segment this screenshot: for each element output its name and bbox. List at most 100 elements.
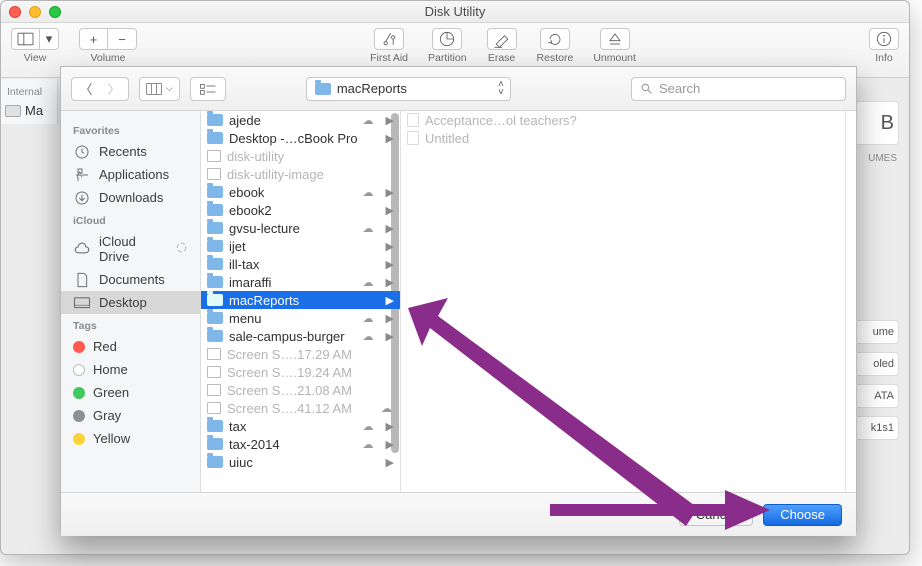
folder-icon	[207, 132, 223, 144]
file-row[interactable]: ebook2▶	[201, 201, 400, 219]
tag-label: Home	[93, 362, 128, 377]
device-sidebar: Internal Ma	[1, 79, 58, 124]
tag-red[interactable]: Red	[61, 335, 200, 358]
file-row[interactable]: ill-tax▶	[201, 255, 400, 273]
file-row[interactable]: Screen S….41.12 AM☁	[201, 399, 400, 417]
column-2[interactable]: Acceptance…ol teachers?Untitled	[401, 111, 846, 492]
info-button[interactable]	[869, 28, 899, 50]
add-volume-icon[interactable]: +	[80, 29, 108, 49]
sync-spinner-icon	[175, 241, 188, 257]
file-row[interactable]: ajede☁▶	[201, 111, 400, 129]
tag-green[interactable]: Green	[61, 381, 200, 404]
file-row[interactable]: imaraffi☁▶	[201, 273, 400, 291]
desk-icon	[73, 296, 91, 310]
restore-button[interactable]	[540, 28, 570, 50]
search-field[interactable]: Search	[631, 77, 846, 101]
disclosure-arrow-icon: ▶	[382, 294, 394, 307]
sidebar-item-downloads[interactable]: Downloads	[61, 186, 200, 209]
sidebar-toggle-icon[interactable]	[12, 29, 40, 49]
tag-yellow[interactable]: Yellow	[61, 427, 200, 450]
file-row[interactable]: ijet▶	[201, 237, 400, 255]
file-row[interactable]: sale-campus-burger☁▶	[201, 327, 400, 345]
internal-header: Internal	[1, 83, 57, 101]
erase-button[interactable]	[487, 28, 517, 50]
forward-button[interactable]: 〉	[100, 78, 128, 100]
updown-icon: ˄˅	[498, 81, 504, 97]
tag-gray[interactable]: Gray	[61, 404, 200, 427]
view-segmented[interactable]: ▾	[11, 28, 59, 50]
file-row[interactable]: Screen S….19.24 AM	[201, 363, 400, 381]
first-aid-button[interactable]	[374, 28, 404, 50]
remove-volume-icon[interactable]: −	[108, 29, 136, 49]
cloud-status-icon: ☁	[363, 312, 376, 325]
file-row[interactable]: macReports ▶	[201, 291, 400, 309]
view-mode-popup[interactable]: ⌵	[139, 77, 180, 101]
disclosure-arrow-icon: ▶	[382, 456, 394, 469]
file-name: menu	[229, 311, 357, 326]
view-label: View	[24, 52, 47, 64]
image-icon	[207, 348, 221, 360]
file-row[interactable]: gvsu-lecture☁▶	[201, 219, 400, 237]
file-row[interactable]: Screen S….21.08 AM	[201, 381, 400, 399]
column-browser: ajede☁▶Desktop -…cBook Pro▶disk-utilityd…	[201, 111, 856, 492]
column-1[interactable]: ajede☁▶Desktop -…cBook Pro▶disk-utilityd…	[201, 111, 401, 492]
sidebar-item-icloud-drive[interactable]: iCloud Drive	[61, 230, 200, 268]
sidebar-item-desktop[interactable]: Desktop	[61, 291, 200, 314]
partition-label: Partition	[428, 52, 467, 64]
disclosure-arrow-icon: ▶	[382, 132, 394, 145]
file-row[interactable]: Desktop -…cBook Pro▶	[201, 129, 400, 147]
file-row[interactable]: Untitled	[401, 129, 845, 147]
device-item[interactable]: Ma	[1, 101, 57, 120]
search-placeholder: Search	[659, 81, 700, 96]
path-label: macReports	[337, 81, 407, 96]
document-icon	[407, 113, 419, 127]
cloud-status-icon: ☁	[381, 402, 394, 415]
cancel-button[interactable]: Cancel	[679, 504, 753, 526]
search-icon	[640, 82, 653, 95]
cloud-status-icon: ☁	[363, 222, 376, 235]
file-row[interactable]: ebook☁▶	[201, 183, 400, 201]
file-row[interactable]: disk-utility	[201, 147, 400, 165]
chevron-down-icon[interactable]: ▾	[40, 29, 58, 49]
view-toolbar-group: ▾ View	[11, 28, 59, 64]
cloud-status-icon: ☁	[363, 114, 376, 127]
file-row[interactable]: menu☁▶	[201, 309, 400, 327]
sidebar-item-recents[interactable]: Recents	[61, 140, 200, 163]
column-3	[846, 111, 856, 492]
disclosure-arrow-icon: ▶	[382, 330, 394, 343]
file-row[interactable]: Screen S….17.29 AM	[201, 345, 400, 363]
group-button[interactable]	[190, 77, 226, 101]
sidebar-item-documents[interactable]: Documents	[61, 268, 200, 291]
image-icon	[207, 150, 221, 162]
file-row[interactable]: Acceptance…ol teachers?	[401, 111, 845, 129]
folder-icon	[207, 222, 223, 234]
clock-icon	[73, 145, 91, 159]
choose-button[interactable]: Choose	[763, 504, 842, 526]
sidebar-item-applications[interactable]: AApplications	[61, 163, 200, 186]
sidebar-item-label: Downloads	[99, 190, 163, 205]
file-row[interactable]: disk-utility-image	[201, 165, 400, 183]
file-row[interactable]: tax-2014☁▶	[201, 435, 400, 453]
tag-home[interactable]: Home	[61, 358, 200, 381]
folder-icon	[207, 294, 223, 306]
path-popup[interactable]: macReports ˄˅	[306, 77, 511, 101]
file-name: tax-2014	[229, 437, 357, 452]
unmount-button[interactable]	[600, 28, 630, 50]
file-name: Screen S….21.08 AM	[227, 383, 394, 398]
tag-label: Yellow	[93, 431, 130, 446]
file-name: macReports	[229, 293, 376, 308]
folder-icon	[207, 438, 223, 450]
file-row[interactable]: tax☁▶	[201, 417, 400, 435]
device-name: Ma	[25, 103, 43, 118]
info-label: Info	[875, 52, 893, 64]
volume-toolbar-group: + − Volume	[79, 28, 137, 64]
tag-dot-icon	[73, 364, 85, 376]
window-title: Disk Utility	[1, 4, 909, 19]
tag-label: Red	[93, 339, 117, 354]
file-name: gvsu-lecture	[229, 221, 357, 236]
partition-button[interactable]	[432, 28, 462, 50]
cloud-status-icon: ☁	[363, 276, 376, 289]
volume-segmented[interactable]: + −	[79, 28, 137, 50]
back-button[interactable]: 〈	[72, 78, 100, 100]
file-row[interactable]: uiuc▶	[201, 453, 400, 471]
